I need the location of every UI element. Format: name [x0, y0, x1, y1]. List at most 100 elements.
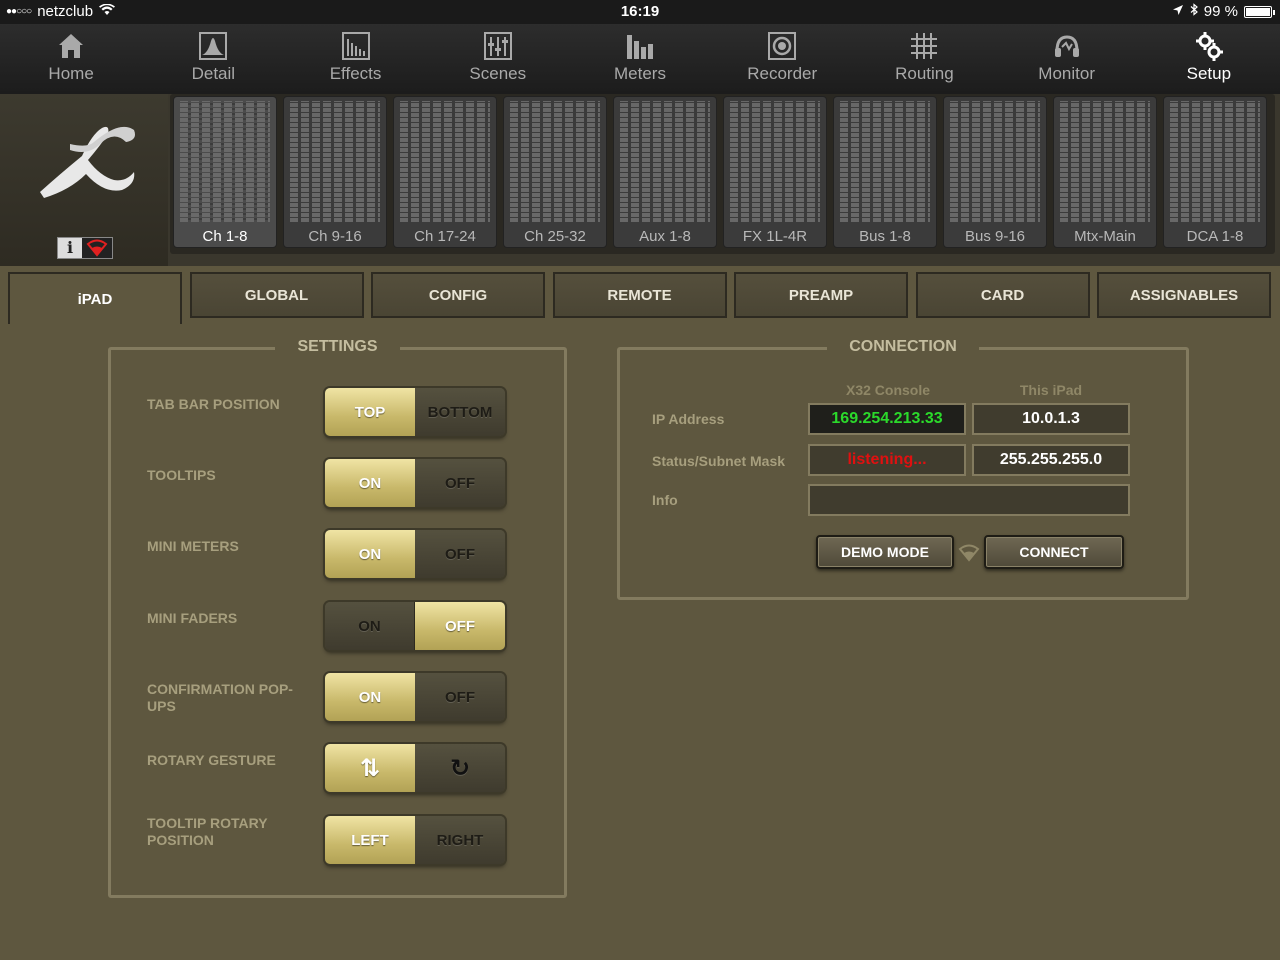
- ipad-subnet-value: 255.255.255.0: [999, 451, 1103, 468]
- toggle-option-right[interactable]: ↻: [415, 744, 505, 792]
- tab-label: PREAMP: [788, 286, 854, 304]
- nav-label: Scenes: [469, 64, 527, 83]
- demo-mode-label: DEMO MODE: [841, 544, 929, 560]
- wifi-connection-icon: [958, 544, 980, 567]
- nav-home[interactable]: Home: [0, 24, 142, 94]
- mini-meters-overlay: [1060, 101, 1150, 223]
- settings-title: SETTINGS: [275, 338, 400, 355]
- nav-meters[interactable]: Meters: [569, 24, 711, 94]
- mini-meters-overlay: [840, 101, 930, 223]
- nav-effects[interactable]: Effects: [284, 24, 426, 94]
- nav-label: Setup: [1186, 64, 1232, 83]
- nav-recorder[interactable]: Recorder: [711, 24, 853, 94]
- info-icon: i: [58, 238, 82, 258]
- toggle-option-left[interactable]: ON: [325, 530, 415, 578]
- bank-ch-25-32[interactable]: Ch 25-32: [503, 96, 607, 248]
- ipad-subnet-field[interactable]: 255.255.255.0: [972, 444, 1130, 476]
- routing-icon: [907, 30, 941, 62]
- setting-toggle: ON OFF: [325, 530, 505, 578]
- setting-toggle: ⇅ ↻: [325, 744, 505, 792]
- setting-toggle: ON OFF: [325, 459, 505, 507]
- tab-config[interactable]: CONFIG: [371, 272, 545, 318]
- toggle-option-left[interactable]: TOP: [325, 388, 415, 436]
- logo-area: i: [0, 94, 168, 266]
- home-icon: [54, 30, 88, 62]
- ipad-ip-field[interactable]: 10.0.1.3: [972, 403, 1130, 435]
- tab-label: REMOTE: [607, 286, 672, 304]
- toggle-option-right[interactable]: RIGHT: [415, 816, 505, 864]
- setting-label: TAB BAR POSITION: [147, 396, 280, 412]
- connect-button[interactable]: CONNECT: [984, 535, 1124, 569]
- tab-label: ASSIGNABLES: [1129, 286, 1239, 304]
- nav-label: Home: [48, 64, 94, 83]
- bank-mtx-main[interactable]: Mtx-Main: [1053, 96, 1157, 248]
- nav-label: Detail: [191, 64, 236, 83]
- bank-label: Bus 1-8: [859, 228, 911, 245]
- tab-preamp[interactable]: PREAMP: [734, 272, 908, 318]
- bluetooth-icon: [1190, 3, 1198, 20]
- setting-toggle: TOP BOTTOM: [325, 388, 505, 436]
- bank-label: DCA 1-8: [1186, 228, 1244, 245]
- column-this-ipad: This iPad: [1019, 382, 1083, 398]
- tab-remote[interactable]: REMOTE: [552, 272, 727, 318]
- bank-bus-1-8[interactable]: Bus 1-8: [833, 96, 937, 248]
- setting-toggle: ON OFF: [325, 602, 505, 650]
- tab-global[interactable]: GLOBAL: [189, 272, 364, 318]
- bank-label: Ch 17-24: [414, 228, 476, 245]
- tab-label: GLOBAL: [244, 286, 309, 304]
- toggle-option-right[interactable]: OFF: [415, 602, 505, 650]
- bank-aux-1-8[interactable]: Aux 1-8: [613, 96, 717, 248]
- toggle-option-left[interactable]: ON: [325, 459, 415, 507]
- nav-monitor[interactable]: Monitor: [996, 24, 1138, 94]
- toggle-option-left[interactable]: ⇅: [325, 744, 415, 792]
- demo-mode-button[interactable]: DEMO MODE: [816, 535, 954, 569]
- bank-bus-9-16[interactable]: Bus 9-16: [943, 96, 1047, 248]
- console-ip-field[interactable]: 169.254.213.33: [808, 403, 966, 435]
- toggle-option-right[interactable]: BOTTOM: [415, 388, 505, 436]
- ipad-ip-value: 10.0.1.3: [1022, 410, 1080, 427]
- setting-toggle: LEFT RIGHT: [325, 816, 505, 864]
- toggle-option-right[interactable]: OFF: [415, 673, 505, 721]
- bank-ch-17-24[interactable]: Ch 17-24: [393, 96, 497, 248]
- toggle-option-left[interactable]: ON: [325, 602, 415, 650]
- nav-label: Monitor: [1038, 64, 1095, 83]
- status-subnet-label: Status/Subnet Mask: [652, 453, 786, 469]
- nav-scenes[interactable]: Scenes: [427, 24, 569, 94]
- toggle-option-right[interactable]: OFF: [415, 459, 505, 507]
- clock: 16:19: [620, 3, 660, 20]
- bank-ch-1-8[interactable]: Ch 1-8: [173, 96, 277, 248]
- bank-dca-1-8[interactable]: DCA 1-8: [1163, 96, 1267, 248]
- mini-meters-overlay: [180, 101, 270, 223]
- tab-assignables[interactable]: ASSIGNABLES: [1097, 272, 1271, 318]
- toggle-option-right[interactable]: OFF: [415, 530, 505, 578]
- bank-fx-1l-4r[interactable]: FX 1L-4R: [723, 96, 827, 248]
- bank-label: Ch 25-32: [524, 228, 586, 245]
- console-status-field: listening...: [808, 444, 966, 476]
- setting-label: ROTARY GESTURE: [147, 752, 276, 768]
- setup-icon: [1192, 30, 1226, 62]
- mini-meters-overlay: [510, 101, 600, 223]
- channel-banks: Ch 1-8 Ch 9-16 Ch 17-24 Ch 25-32 Aux 1-8 FX 1…: [170, 94, 1275, 254]
- tab-label: iPAD: [77, 290, 113, 308]
- main-nav: Home Detail Effects Scenes Meters Recorder Rou…: [0, 24, 1280, 94]
- recorder-icon: [765, 30, 799, 62]
- scenes-icon: [481, 30, 515, 62]
- mini-meters-overlay: [400, 101, 490, 223]
- nav-detail[interactable]: Detail: [142, 24, 284, 94]
- nav-routing[interactable]: Routing: [853, 24, 995, 94]
- bank-label: Mtx-Main: [1074, 228, 1136, 245]
- info-field: [808, 484, 1130, 516]
- nav-setup[interactable]: Setup: [1138, 24, 1280, 94]
- info-wifi-button[interactable]: i: [57, 237, 113, 259]
- detail-icon: [196, 30, 230, 62]
- bank-ch-9-16[interactable]: Ch 9-16: [283, 96, 387, 248]
- nav-label: Effects: [329, 64, 382, 83]
- connect-label: CONNECT: [1019, 544, 1089, 560]
- column-x32-console: X32 Console: [845, 382, 931, 398]
- ip-address-label: IP Address: [652, 411, 725, 427]
- tab-ipad[interactable]: iPAD: [8, 272, 182, 324]
- tab-card[interactable]: CARD: [915, 272, 1090, 318]
- toggle-option-left[interactable]: ON: [325, 673, 415, 721]
- bank-label: Aux 1-8: [639, 228, 691, 245]
- toggle-option-left[interactable]: LEFT: [325, 816, 415, 864]
